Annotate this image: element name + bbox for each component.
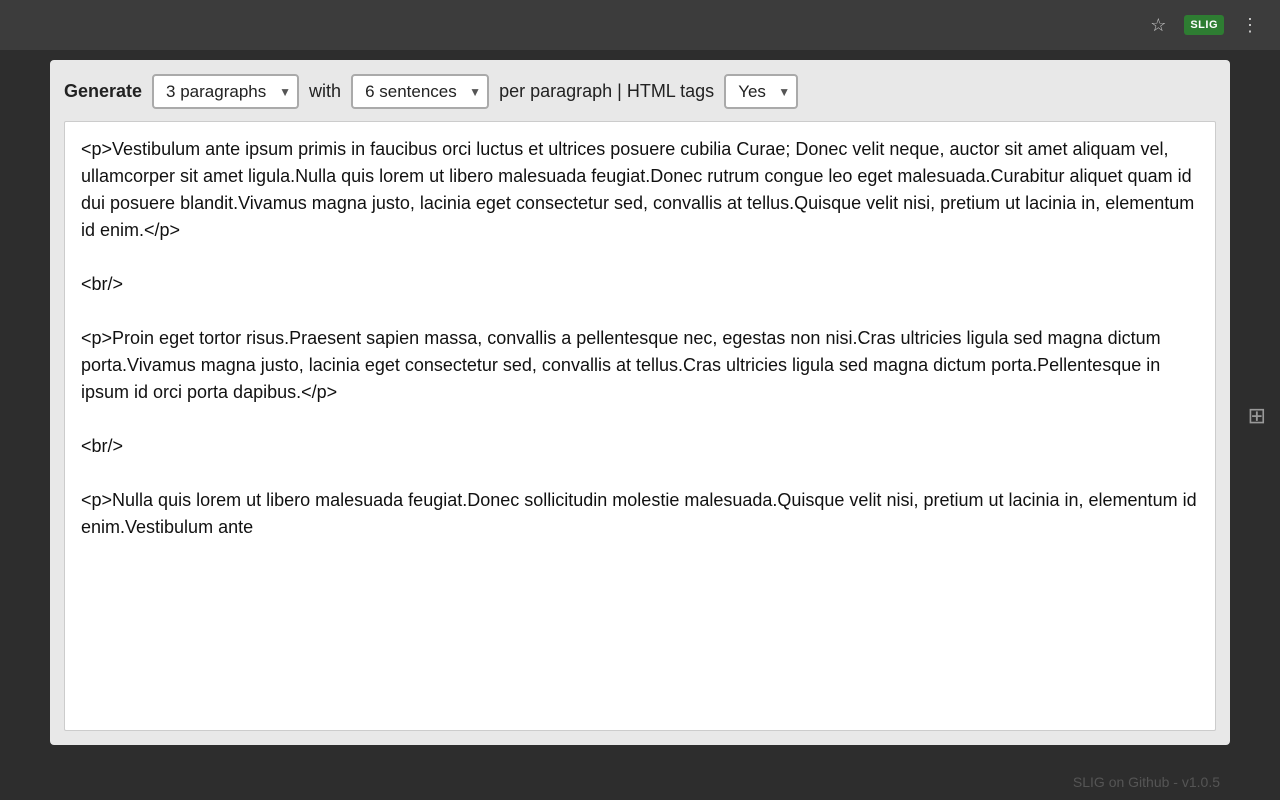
per-paragraph-label: per paragraph | HTML tags — [499, 81, 714, 102]
footer: SLIG on Github - v1.0.5 — [1073, 774, 1220, 790]
generate-label: Generate — [64, 81, 142, 102]
grid-icon: ⊞ — [1248, 403, 1266, 429]
slig-extension-badge: SLIG — [1184, 15, 1224, 35]
star-icon[interactable]: ☆ — [1144, 11, 1172, 39]
footer-text: SLIG on Github - v1.0.5 — [1073, 774, 1220, 790]
paragraphs-select[interactable]: 1 paragraph 2 paragraphs 3 paragraphs 4 … — [152, 74, 299, 109]
popup-panel: Generate 1 paragraph 2 paragraphs 3 para… — [50, 60, 1230, 745]
sentences-select[interactable]: 1 sentence 2 sentences 3 sentences 4 sen… — [351, 74, 489, 109]
controls-row: Generate 1 paragraph 2 paragraphs 3 para… — [64, 74, 1216, 109]
paragraphs-select-wrapper[interactable]: 1 paragraph 2 paragraphs 3 paragraphs 4 … — [152, 74, 299, 109]
html-select[interactable]: Yes No — [724, 74, 798, 109]
menu-icon[interactable]: ⋮ — [1236, 11, 1264, 39]
sentences-select-wrapper[interactable]: 1 sentence 2 sentences 3 sentences 4 sen… — [351, 74, 489, 109]
html-select-wrapper[interactable]: Yes No — [724, 74, 798, 109]
with-label: with — [309, 81, 341, 102]
browser-topbar: ☆ SLIG ⋮ — [0, 0, 1280, 50]
output-textarea[interactable] — [64, 121, 1216, 731]
side-panel: ⊞ — [1235, 60, 1280, 745]
